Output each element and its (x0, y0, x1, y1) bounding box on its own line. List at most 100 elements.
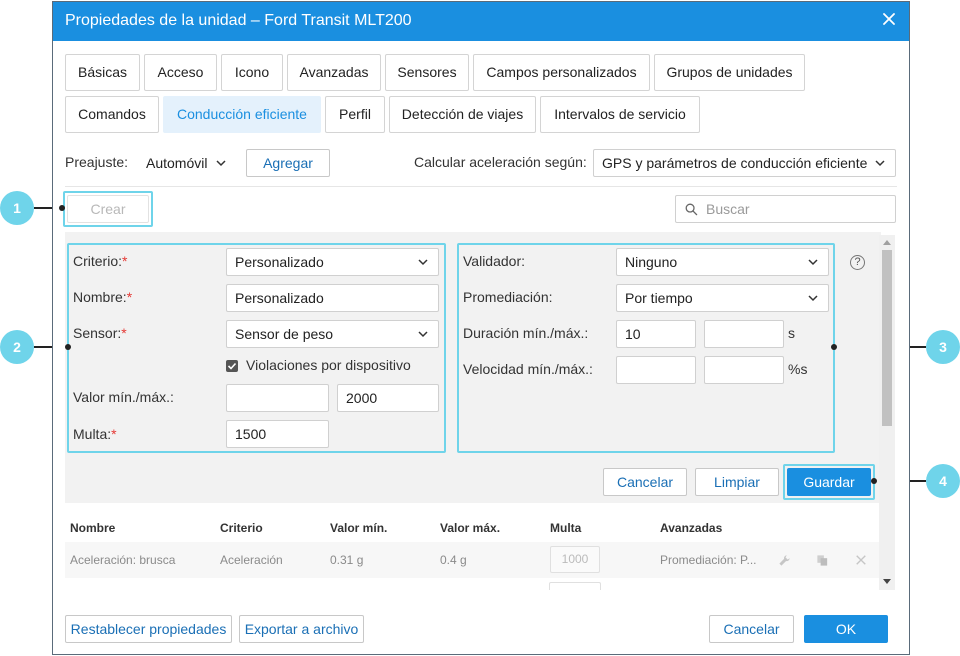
table-row-partial (549, 582, 601, 590)
tab-comandos[interactable]: Comandos (65, 96, 159, 133)
col-header-min: Valor mín. (330, 521, 388, 535)
row-min: 0.31 g (330, 553, 364, 567)
validator-select[interactable]: Ninguno (616, 248, 829, 276)
scroll-down-icon[interactable] (883, 579, 891, 585)
ok-button[interactable]: OK (804, 615, 888, 643)
callout-3: 3 (926, 330, 960, 364)
tab-campos-personalizados[interactable]: Campos personalizados (473, 54, 650, 91)
row-criterion: Aceleración (220, 553, 283, 567)
duration-max-input[interactable] (704, 320, 784, 348)
tab-perfil[interactable]: Perfil (325, 96, 385, 133)
unit-properties-dialog: Propiedades de la unidad – Ford Transit … (52, 1, 910, 655)
name-input[interactable]: Personalizado (226, 284, 439, 312)
tab-avanzadas[interactable]: Avanzadas (287, 54, 381, 91)
form-save-button[interactable]: Guardar (787, 468, 871, 496)
validator-label: Validador: (463, 253, 526, 269)
preset-select[interactable]: Automóvil (137, 149, 237, 177)
toolbar-divider (65, 186, 897, 187)
row-name: Aceleración: brusca (70, 553, 176, 567)
chevron-down-icon (875, 160, 885, 167)
tab-grupos-de-unidades[interactable]: Grupos de unidades (654, 54, 805, 91)
row-max: 0.4 g (440, 553, 467, 567)
tab-intervalos-de-servicio[interactable]: Intervalos de servicio (540, 96, 700, 133)
help-icon[interactable]: ? (850, 255, 865, 270)
speed-min-input[interactable] (616, 356, 696, 384)
callout-1: 1 (0, 191, 34, 225)
criterion-label: Criterio:* (73, 253, 128, 269)
tab-deteccion-de-viajes[interactable]: Detección de viajes (389, 96, 536, 133)
chevron-down-icon (808, 259, 818, 266)
chevron-down-icon (216, 160, 226, 167)
accel-label: Calcular aceleración según: (414, 154, 587, 170)
accel-select[interactable]: GPS y parámetros de conducción eficiente (593, 149, 896, 177)
duration-min-input[interactable]: 10 (616, 320, 696, 348)
speed-unit: %s (788, 361, 808, 377)
col-header-fine: Multa (550, 521, 582, 535)
fine-input[interactable]: 1500 (226, 420, 329, 448)
criterion-value: Personalizado (235, 254, 324, 270)
chevron-down-icon (418, 259, 428, 266)
chevron-down-icon (808, 295, 818, 302)
cancel-button[interactable]: Cancelar (709, 615, 794, 643)
violations-label: Violaciones por dispositivo (246, 357, 411, 373)
row-fine-input[interactable]: 1000 (550, 546, 600, 573)
delete-icon[interactable] (855, 554, 867, 566)
validator-value: Ninguno (625, 254, 678, 270)
sensor-value: Sensor de peso (235, 326, 334, 342)
tab-icono[interactable]: Icono (221, 54, 283, 91)
preset-value: Automóvil (146, 155, 208, 171)
preset-label: Preajuste: (65, 154, 129, 170)
callout-4: 4 (926, 464, 960, 498)
sensor-select[interactable]: Sensor de peso (226, 320, 439, 348)
speed-label: Velocidad mín./máx.: (463, 361, 593, 377)
dialog-titlebar: Propiedades de la unidad – Ford Transit … (53, 2, 909, 41)
create-button[interactable]: Crear (67, 195, 149, 223)
callout-3-dot (831, 344, 837, 350)
criterion-select[interactable]: Personalizado (226, 248, 439, 276)
callout-1-dot (59, 205, 65, 211)
wrench-icon[interactable] (778, 554, 791, 567)
duration-label: Duración mín./máx.: (463, 325, 589, 341)
averaging-value: Por tiempo (625, 290, 693, 306)
copy-icon[interactable] (816, 554, 829, 567)
add-preset-button[interactable]: Agregar (246, 149, 330, 177)
col-header-criterion: Criterio (220, 521, 263, 535)
scroll-up-icon[interactable] (883, 239, 891, 245)
value-min-input[interactable] (226, 384, 329, 412)
search-icon (685, 203, 698, 216)
callout-2: 2 (0, 330, 34, 364)
export-to-file-button[interactable]: Exportar a archivo (239, 615, 364, 643)
averaging-select[interactable]: Por tiempo (616, 284, 829, 312)
scroll-thumb[interactable] (882, 250, 892, 426)
close-icon[interactable] (881, 11, 897, 27)
reset-properties-button[interactable]: Restablecer propiedades (65, 615, 232, 643)
col-header-name: Nombre (70, 521, 116, 535)
col-header-advanced: Avanzadas (660, 521, 723, 535)
tab-basicas[interactable]: Básicas (65, 54, 140, 91)
help-icon-glyph: ? (854, 256, 861, 268)
tab-conduccion-eficiente[interactable]: Conducción eficiente (163, 96, 321, 133)
averaging-label: Promediación: (463, 289, 553, 305)
tab-sensores[interactable]: Sensores (385, 54, 469, 91)
dialog-title: Propiedades de la unidad – Ford Transit … (65, 12, 412, 29)
col-header-max: Valor máx. (440, 521, 501, 535)
form-clear-button[interactable]: Limpiar (695, 468, 779, 496)
sensor-label: Sensor:* (73, 325, 127, 341)
content-scrollbar[interactable] (879, 235, 895, 590)
search-placeholder: Buscar (706, 201, 750, 217)
value-max-input[interactable]: 2000 (337, 384, 439, 412)
value-minmax-label: Valor mín./máx.: (73, 389, 174, 405)
speed-max-input[interactable] (704, 356, 784, 384)
name-label: Nombre:* (73, 289, 133, 305)
tab-acceso[interactable]: Acceso (144, 54, 217, 91)
search-input[interactable]: Buscar (675, 195, 896, 223)
callout-4-dot (871, 478, 877, 484)
accel-value: GPS y parámetros de conducción eficiente (602, 155, 868, 171)
row-advanced: Promediación: P... (660, 553, 757, 567)
fine-label: Multa:* (73, 426, 117, 442)
duration-unit: s (788, 325, 795, 341)
violations-checkbox[interactable] (226, 360, 238, 372)
callout-2-dot (65, 344, 71, 350)
table-row[interactable]: Aceleración: brusca Aceleración 0.31 g 0… (65, 542, 879, 578)
form-cancel-button[interactable]: Cancelar (603, 468, 687, 496)
